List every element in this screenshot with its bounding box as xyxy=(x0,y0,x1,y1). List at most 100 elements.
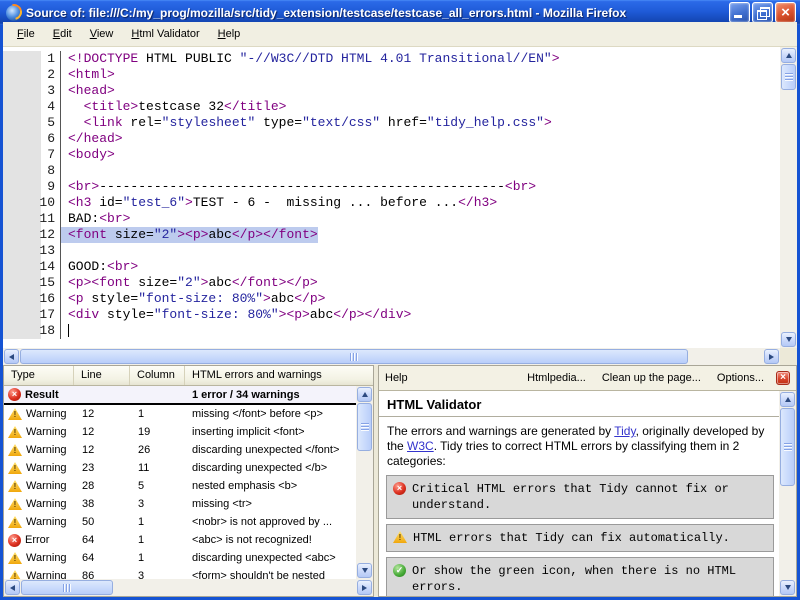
firefox-window: Source of: file:///C:/my_prog/mozilla/sr… xyxy=(0,0,800,600)
warning-icon xyxy=(393,531,407,543)
message-cell: <nobr> is not approved by ... xyxy=(185,516,356,528)
results-horizontal-scroll-thumb[interactable] xyxy=(21,580,113,595)
w3c-link[interactable]: W3C xyxy=(407,439,434,453)
warning-icon xyxy=(8,552,22,564)
code-text[interactable]: <html> xyxy=(61,67,115,83)
menu-view[interactable]: View xyxy=(81,25,123,43)
type-cell: Warning xyxy=(4,408,74,420)
code-area[interactable]: 1<!DOCTYPE HTML PUBLIC "-//W3C//DTD HTML… xyxy=(3,47,780,348)
vertical-scroll-thumb[interactable] xyxy=(781,64,796,90)
code-text[interactable]: <!DOCTYPE HTML PUBLIC "-//W3C//DTD HTML … xyxy=(61,51,560,67)
results-vertical-scrollbar[interactable] xyxy=(356,386,373,579)
htmlpedia-button[interactable]: Htmlpedia... xyxy=(527,372,586,384)
clean-up-the-page-button[interactable]: Clean up the page... xyxy=(602,372,701,384)
table-row[interactable]: Warning1219inserting implicit <font> xyxy=(4,423,356,441)
line-number: 11 xyxy=(3,211,61,227)
validator-category-error: Critical HTML errors that Tidy cannot fi… xyxy=(386,475,774,519)
results-scroll-left-button[interactable] xyxy=(5,580,20,595)
menu-file[interactable]: File xyxy=(8,25,44,43)
results-vertical-scroll-thumb[interactable] xyxy=(357,403,372,451)
table-row[interactable]: Warning501<nobr> is not approved by ... xyxy=(4,513,356,531)
column-header-messages[interactable]: HTML errors and warnings xyxy=(185,366,373,385)
help-panel-header: Help Htmlpedia...Clean up the page...Opt… xyxy=(379,366,796,391)
type-label: Warning xyxy=(26,498,67,510)
scroll-down-button[interactable] xyxy=(781,332,796,347)
menu-html-validator[interactable]: Html Validator xyxy=(122,25,208,43)
results-scroll-up-button[interactable] xyxy=(357,387,372,402)
code-text[interactable]: <p style="font-size: 80%">abc</p> xyxy=(61,291,325,307)
code-text[interactable]: GOOD:<br> xyxy=(61,259,138,275)
code-text[interactable]: <p><font size="2">abc</font></p> xyxy=(61,275,318,291)
code-text[interactable]: <body> xyxy=(61,147,115,163)
validator-help-panel: Help Htmlpedia...Clean up the page...Opt… xyxy=(378,365,797,597)
menu-edit[interactable]: Edit xyxy=(44,25,81,43)
code-line: 3<head> xyxy=(3,83,780,99)
help-scroll-up-button[interactable] xyxy=(780,392,795,407)
help-vertical-scroll-thumb[interactable] xyxy=(780,408,795,486)
line-cell: 28 xyxy=(74,480,130,492)
code-text[interactable] xyxy=(61,243,68,259)
type-cell: Result xyxy=(4,388,74,401)
close-validator-panel-button[interactable] xyxy=(776,371,790,385)
code-text[interactable]: <div style="font-size: 80%"><p>abc</p></… xyxy=(61,307,411,323)
results-scroll-right-button[interactable] xyxy=(357,580,372,595)
code-text[interactable]: BAD:<br> xyxy=(61,211,130,227)
minimize-button[interactable] xyxy=(729,2,750,23)
table-row[interactable]: Warning863<form> shouldn't be nested xyxy=(4,567,356,579)
help-vertical-scrollbar[interactable] xyxy=(779,391,796,596)
message-cell: nested emphasis <b> xyxy=(185,480,356,492)
code-text[interactable]: <h3 id="test_6">TEST - 6 - missing ... b… xyxy=(61,195,497,211)
table-row[interactable]: Error641<abc> is not recognized! xyxy=(4,531,356,549)
error-icon xyxy=(8,534,21,547)
code-line: 6</head> xyxy=(3,131,780,147)
column-header-type[interactable]: Type xyxy=(4,366,74,385)
options-button[interactable]: Options... xyxy=(717,372,764,384)
table-row[interactable]: Warning2311discarding unexpected </b> xyxy=(4,459,356,477)
message-cell: discarding unexpected </b> xyxy=(185,462,356,474)
code-line: 18 xyxy=(3,323,780,339)
scroll-right-button[interactable] xyxy=(764,349,779,364)
tidy-link[interactable]: Tidy xyxy=(614,424,635,438)
close-button[interactable] xyxy=(775,2,796,23)
code-text[interactable]: <title>testcase 32</title> xyxy=(61,99,286,115)
menu-help[interactable]: Help xyxy=(209,25,250,43)
type-label: Warning xyxy=(26,552,67,564)
table-row[interactable]: Warning121missing </font> before <p> xyxy=(4,405,356,423)
code-line: 10<h3 id="test_6">TEST - 6 - missing ...… xyxy=(3,195,780,211)
code-text[interactable]: <link rel="stylesheet" type="text/css" h… xyxy=(61,115,552,131)
code-text[interactable] xyxy=(61,323,69,339)
results-horizontal-scrollbar[interactable] xyxy=(4,579,373,596)
help-scroll-down-button[interactable] xyxy=(780,580,795,595)
selected-code-text[interactable]: <font size="2"><p>abc</p></font> xyxy=(61,227,318,243)
column-cell: 11 xyxy=(130,462,185,474)
scroll-up-button[interactable] xyxy=(781,48,796,63)
help-panel-content: HTML Validator The errors and warnings a… xyxy=(379,391,779,596)
result-row[interactable]: Result1 error / 34 warnings xyxy=(4,386,356,405)
code-text[interactable]: <br>------------------------------------… xyxy=(61,179,536,195)
column-cell: 1 xyxy=(130,534,185,546)
source-vertical-scrollbar[interactable] xyxy=(780,47,797,348)
table-row[interactable]: Warning285nested emphasis <b> xyxy=(4,477,356,495)
code-text[interactable]: </head> xyxy=(61,131,123,147)
validator-results-panel: Type Line Column HTML errors and warning… xyxy=(3,365,374,597)
table-row[interactable]: Warning1226discarding unexpected </font> xyxy=(4,441,356,459)
code-text[interactable]: <head> xyxy=(61,83,115,99)
type-cell: Warning xyxy=(4,498,74,510)
type-label: Warning xyxy=(26,480,67,492)
type-label: Warning xyxy=(26,516,67,528)
horizontal-scroll-thumb[interactable] xyxy=(20,349,688,364)
warning-icon xyxy=(8,480,22,492)
warning-icon xyxy=(8,408,22,420)
results-scroll-down-button[interactable] xyxy=(357,563,372,578)
code-text[interactable] xyxy=(61,163,68,179)
table-row[interactable]: Warning641discarding unexpected <abc> xyxy=(4,549,356,567)
column-header-column[interactable]: Column xyxy=(130,366,185,385)
table-row[interactable]: Warning383missing <tr> xyxy=(4,495,356,513)
scroll-left-button[interactable] xyxy=(4,349,19,364)
column-header-line[interactable]: Line xyxy=(74,366,130,385)
source-horizontal-scrollbar[interactable] xyxy=(3,348,780,365)
line-cell: 38 xyxy=(74,498,130,510)
type-label: Warning xyxy=(26,444,67,456)
restore-button[interactable] xyxy=(752,2,773,23)
code-line: 9<br>-----------------------------------… xyxy=(3,179,780,195)
